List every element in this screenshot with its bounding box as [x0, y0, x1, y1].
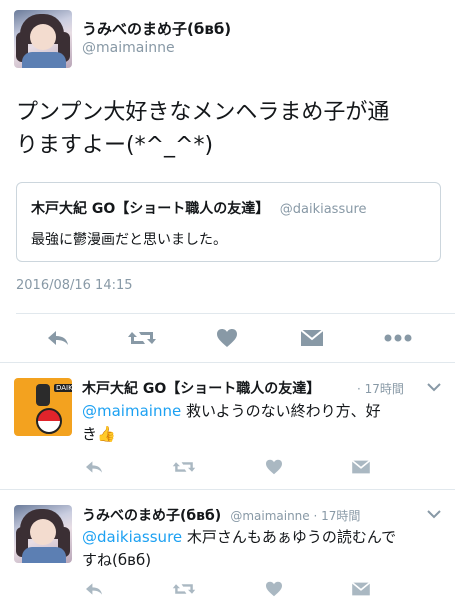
reply1-text-rest: 救いようのない終わり方、好 — [181, 402, 381, 420]
quoted-tweet-card[interactable]: 木戸大紀 GO【ショート職人の友達】 @daikiassure 最強に鬱漫画だと… — [16, 182, 441, 262]
reply2-text-rest: 木戸さんもあぁゆうの読むんで — [182, 528, 397, 546]
dm-icon[interactable] — [300, 328, 324, 348]
chevron-down-icon[interactable] — [427, 383, 441, 392]
retweet-icon[interactable] — [172, 581, 196, 597]
reply2-handle-time: @maimainne · 17時間 — [230, 509, 361, 523]
divider — [0, 362, 455, 363]
main-handle[interactable]: @maimainne — [82, 40, 175, 56]
reply2-text-line2: すね(бвб) — [82, 551, 152, 569]
main-tweet-text-line: りますよー(*^_^*) — [16, 133, 214, 158]
reply2-avatar[interactable] — [14, 505, 72, 563]
divider — [16, 313, 455, 314]
reply-icon[interactable] — [84, 459, 104, 475]
quoted-handle: @daikiassure — [279, 202, 367, 217]
chevron-down-icon[interactable] — [427, 510, 441, 519]
main-display-name[interactable]: うみべのまめ子(бвб) — [82, 18, 231, 39]
reply2-mention[interactable]: @daikiassure — [82, 528, 182, 546]
reply1-avatar[interactable]: DAIKI — [14, 378, 72, 436]
quoted-display-name: 木戸大紀 GO【ショート職人の友達】 — [31, 201, 270, 217]
main-tweet-text-line: プンプン大好きなメンヘラまめ子が通 — [16, 100, 390, 125]
reply2-text: @daikiassure 木戸さんもあぁゆうの読むんで すね(бвб) — [82, 526, 442, 572]
dm-icon[interactable] — [351, 459, 371, 475]
reply2-display-name[interactable]: うみべのまめ子(бвб) — [82, 508, 221, 524]
reply1-text: @maimainne 救いようのない終わり方、好 き👍 — [82, 400, 442, 446]
reply-icon[interactable] — [84, 581, 104, 597]
like-icon[interactable] — [265, 459, 283, 475]
retweet-icon[interactable] — [127, 328, 157, 348]
more-icon[interactable] — [384, 334, 412, 342]
quoted-text: 最強に鬱漫画だと思いました。 — [31, 232, 227, 248]
reply1-mention[interactable]: @maimainne — [82, 402, 181, 420]
reply1-text-line2: き👍 — [82, 425, 116, 443]
like-icon[interactable] — [265, 581, 283, 597]
dm-icon[interactable] — [351, 581, 371, 597]
reply-icon[interactable] — [46, 328, 70, 348]
retweet-icon[interactable] — [172, 459, 196, 475]
tweet-timestamp: 2016/08/16 14:15 — [16, 278, 133, 293]
reply1-time: · 17時間 — [357, 382, 404, 396]
main-avatar[interactable] — [14, 10, 72, 68]
reply1-display-name[interactable]: 木戸大紀 GO【ショート職人の友達】 — [82, 378, 320, 398]
main-tweet-text: プンプン大好きなメンヘラまめ子が通 りますよー(*^_^*) — [16, 96, 446, 162]
divider — [0, 489, 455, 490]
like-icon[interactable] — [216, 328, 238, 348]
